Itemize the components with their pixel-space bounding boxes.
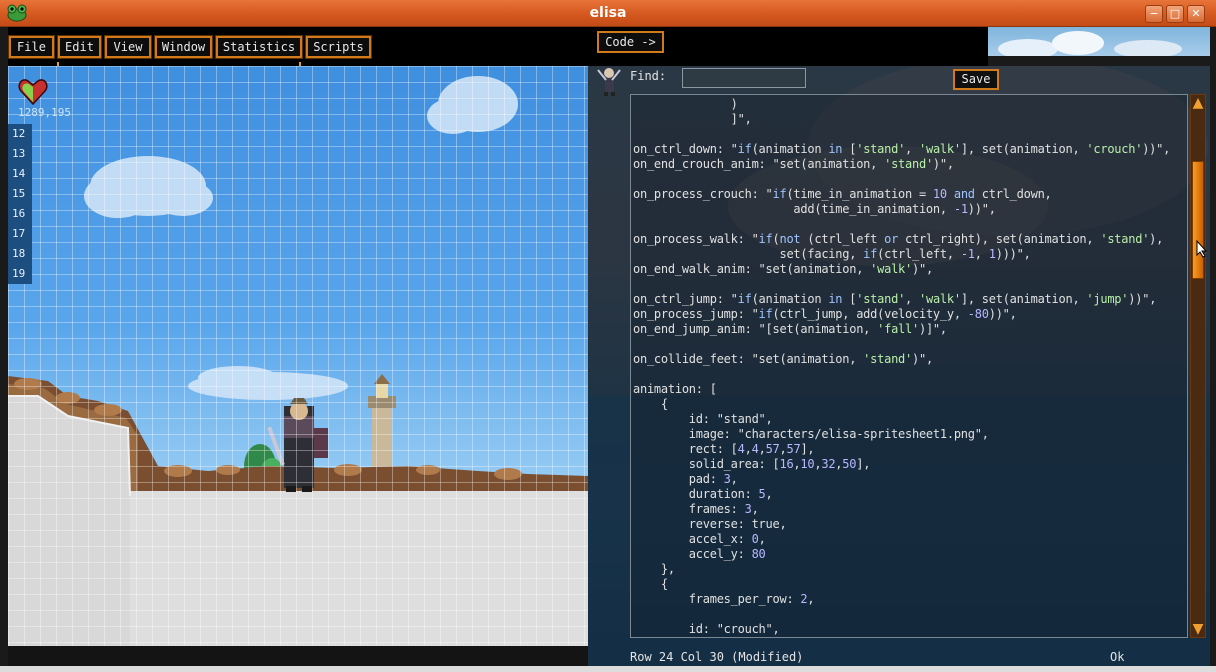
character-portrait-icon bbox=[597, 68, 621, 96]
editor-window: elisa − □ ✕ File Edit View Window Statis… bbox=[0, 0, 1216, 672]
save-button[interactable]: Save bbox=[953, 69, 999, 90]
editor-scrollbar[interactable]: ▲ ▼ bbox=[1190, 94, 1206, 638]
layer-number[interactable]: 15 bbox=[8, 184, 32, 204]
code-lines: ) ]", on_ctrl_down: "if(animation in ['st… bbox=[633, 97, 1185, 637]
level-editor-view[interactable]: 1289,195 12 13 14 15 16 17 18 19 bbox=[8, 66, 588, 646]
layer-number[interactable]: 12 bbox=[8, 124, 32, 144]
menu-file[interactable]: File bbox=[8, 35, 55, 59]
code-line: rect: [4,4,57,57], bbox=[633, 442, 815, 456]
layer-number[interactable]: 14 bbox=[8, 164, 32, 184]
cursor-position-status: Row 24 Col 30 (Modified) bbox=[630, 650, 804, 664]
code-line: add(time_in_animation, -1))", bbox=[633, 202, 996, 216]
code-toggle-button[interactable]: Code -> bbox=[597, 31, 664, 53]
menu-statistics[interactable]: Statistics bbox=[215, 35, 303, 59]
window-border-right bbox=[1210, 27, 1216, 672]
menu-edit[interactable]: Edit bbox=[57, 35, 102, 59]
code-line: ) bbox=[633, 97, 738, 111]
menu-view[interactable]: View bbox=[104, 35, 152, 59]
code-line: on_collide_feet: "set(animation, 'stand'… bbox=[633, 352, 933, 366]
code-line: id: "crouch", bbox=[633, 622, 780, 636]
code-line: on_ctrl_down: "if(animation in ['stand',… bbox=[633, 142, 1171, 156]
code-line: ]", bbox=[633, 112, 752, 126]
code-line: frames_per_row: 2, bbox=[633, 592, 815, 606]
validation-status: Ok bbox=[1110, 650, 1125, 664]
code-line: on_process_walk: "if(not (ctrl_left or c… bbox=[633, 232, 1164, 246]
code-line: frames: 3, bbox=[633, 502, 759, 516]
find-label: Find: bbox=[630, 69, 667, 83]
code-line: image: "characters/elisa-spritesheet1.pn… bbox=[633, 427, 989, 441]
menu-window[interactable]: Window bbox=[154, 35, 213, 59]
layer-number[interactable]: 19 bbox=[8, 264, 32, 284]
status-bar: Row 24 Col 30 (Modified) Ok bbox=[588, 646, 1210, 666]
close-button[interactable]: ✕ bbox=[1187, 5, 1205, 23]
code-line: animation: [ bbox=[633, 382, 717, 396]
code-line: reverse: true, bbox=[633, 517, 787, 531]
editor-grid bbox=[8, 66, 588, 646]
mouse-cursor-icon bbox=[1196, 240, 1208, 258]
window-border-left bbox=[0, 27, 8, 672]
code-line: on_process_jump: "if(ctrl_jump, add(velo… bbox=[633, 307, 1017, 321]
layer-number[interactable]: 13 bbox=[8, 144, 32, 164]
minimize-button[interactable]: − bbox=[1145, 5, 1163, 23]
layer-number[interactable]: 16 bbox=[8, 204, 32, 224]
code-line: duration: 5, bbox=[633, 487, 773, 501]
scrollbar-thumb[interactable] bbox=[1192, 161, 1204, 279]
game-bottom-bar bbox=[0, 646, 588, 666]
sky-strip bbox=[988, 27, 1210, 56]
code-line: solid_area: [16,10,32,50], bbox=[633, 457, 871, 471]
code-line: on_end_jump_anim: "[set(animation, 'fall… bbox=[633, 322, 947, 336]
menu-scripts[interactable]: Scripts bbox=[305, 35, 372, 59]
code-line: set(facing, if(ctrl_left, -1, 1)))", bbox=[633, 247, 1031, 261]
title-bar[interactable]: elisa − □ ✕ bbox=[0, 0, 1216, 27]
code-line: pad: 3, bbox=[633, 472, 738, 486]
code-line: id: "stand", bbox=[633, 412, 773, 426]
maximize-button[interactable]: □ bbox=[1166, 5, 1184, 23]
scroll-down-icon[interactable]: ▼ bbox=[1191, 621, 1205, 637]
code-line: accel_y: 80 bbox=[633, 547, 766, 561]
code-line: { bbox=[633, 577, 668, 591]
scroll-up-icon[interactable]: ▲ bbox=[1191, 95, 1205, 111]
code-line: on_end_crouch_anim: "set(animation, 'sta… bbox=[633, 157, 954, 171]
code-editor[interactable]: ) ]", on_ctrl_down: "if(animation in ['st… bbox=[630, 94, 1188, 638]
code-line: { bbox=[633, 397, 668, 411]
layer-number[interactable]: 17 bbox=[8, 224, 32, 244]
find-input[interactable] bbox=[682, 68, 806, 88]
code-line: on_end_walk_anim: "set(animation, 'walk'… bbox=[633, 262, 933, 276]
code-line: on_process_crouch: "if(time_in_animation… bbox=[633, 187, 1052, 201]
code-line: on_ctrl_jump: "if(animation in ['stand',… bbox=[633, 292, 1157, 306]
code-line: }, bbox=[633, 562, 675, 576]
health-heart-icon bbox=[18, 79, 48, 106]
layer-number-list: 12 13 14 15 16 17 18 19 bbox=[8, 124, 32, 284]
window-border-bottom bbox=[0, 666, 1216, 672]
layer-number[interactable]: 18 bbox=[8, 244, 32, 264]
code-line: accel_x: 0, bbox=[633, 532, 766, 546]
window-title: elisa bbox=[589, 5, 627, 21]
cursor-coordinates: 1289,195 bbox=[18, 106, 71, 119]
